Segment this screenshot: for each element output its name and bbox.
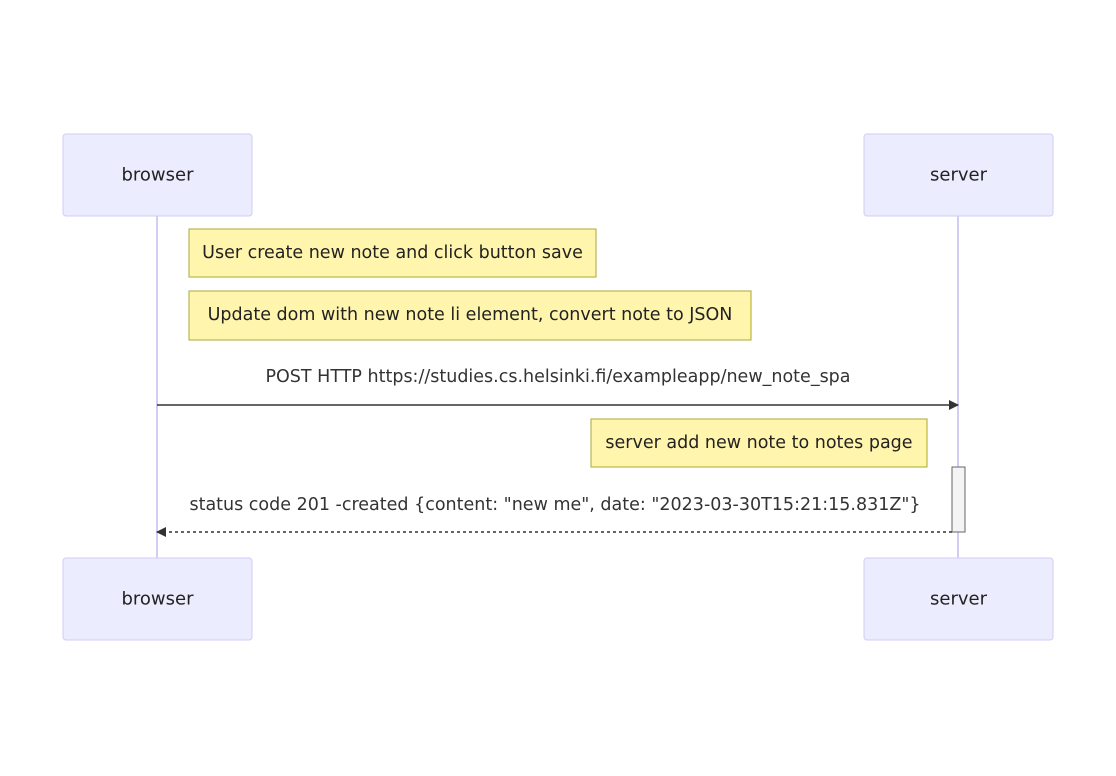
actor-label: server [930,165,988,186]
actor-browser-bottom: browser [62,557,253,641]
message-status-response: status code 201 -created {content: "new … [156,495,952,537]
actor-server-top: server [863,133,1054,217]
note-server-adds-note: server add new note to notes page [590,418,928,468]
note-text: Update dom with new note li element, con… [208,305,733,325]
server-activation [951,466,966,533]
message-label: POST HTTP https://studies.cs.helsinki.fi… [265,367,850,387]
actor-browser-top: browser [62,133,253,217]
note-update-dom: Update dom with new note li element, con… [188,290,752,341]
note-text: server add new note to notes page [605,433,912,453]
note-text: User create new note and click button sa… [202,243,583,263]
actor-server-bottom: server [863,557,1054,641]
message-label: status code 201 -created {content: "new … [189,495,920,515]
actor-label: server [930,589,988,610]
sequence-diagram: browser server User create new note and … [62,133,1054,641]
actor-label: browser [121,589,194,610]
note-user-creates-note: User create new note and click button sa… [188,228,597,278]
actor-label: browser [121,165,194,186]
message-post-request: POST HTTP https://studies.cs.helsinki.fi… [157,367,959,410]
